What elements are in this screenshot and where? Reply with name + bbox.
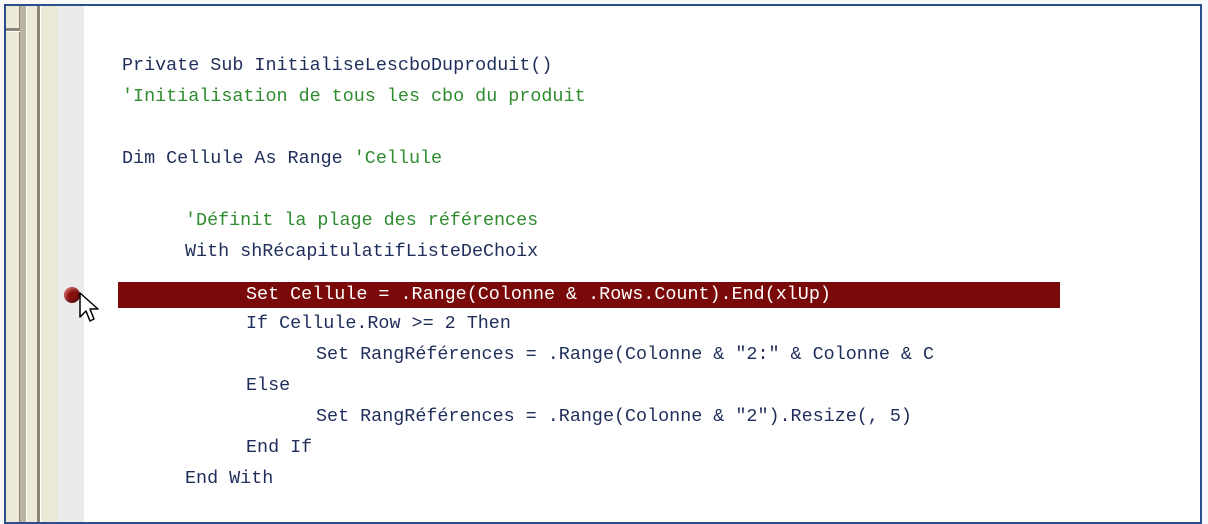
code-line[interactable]: Private Sub InitialiseLescboDuproduit() — [122, 54, 552, 78]
code-area[interactable]: Private Sub InitialiseLescboDuproduit() … — [84, 6, 1200, 522]
code-line[interactable]: With shRécapitulatifListeDeChoix — [185, 240, 538, 264]
code-line-comment[interactable]: 'Initialisation de tous les cbo du produ… — [122, 85, 586, 109]
code-line[interactable]: If Cellule.Row >= 2 Then — [246, 312, 511, 336]
code-line[interactable]: Else — [246, 374, 290, 398]
separator-tick — [6, 28, 20, 32]
procedure-view-panel — [6, 6, 58, 522]
code-editor-window: Private Sub InitialiseLescboDuproduit() … — [4, 4, 1202, 524]
code-line[interactable]: Set RangRéférences = .Range(Colonne & "2… — [316, 343, 934, 367]
code-line-current[interactable]: Set Cellule = .Range(Colonne & .Rows.Cou… — [246, 282, 831, 308]
separator-inner-line — [37, 6, 41, 522]
code-text: Dim Cellule As Range — [122, 148, 354, 169]
code-line[interactable]: Dim Cellule As Range 'Cellule — [122, 147, 442, 171]
inline-comment: 'Cellule — [353, 148, 443, 169]
code-line[interactable]: Set RangRéférences = .Range(Colonne & "2… — [316, 405, 912, 429]
code-line-comment[interactable]: 'Définit la plage des références — [185, 209, 538, 233]
separator-outer-line — [19, 6, 27, 522]
margin-indicator-bar[interactable] — [58, 6, 85, 522]
code-line[interactable]: End If — [246, 436, 312, 460]
code-line[interactable]: End With — [185, 467, 273, 491]
procedure-separator-bar — [6, 6, 46, 522]
mouse-pointer-icon — [79, 292, 99, 322]
